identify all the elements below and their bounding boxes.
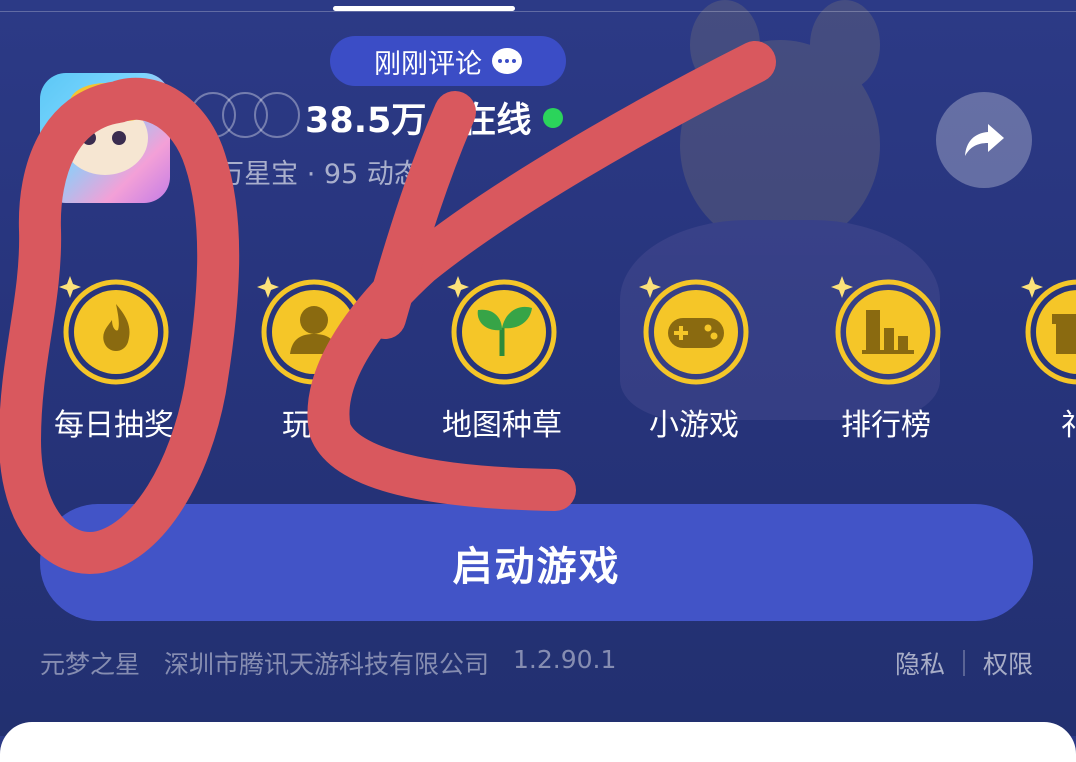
launch-game-button[interactable]: 启动游戏 xyxy=(40,504,1033,621)
share-arrow-icon xyxy=(965,124,1004,156)
community-stats[interactable]: 3万星宝 · 95 动态 › xyxy=(200,152,440,191)
recent-comment-pill[interactable]: 刚刚评论 xyxy=(330,36,566,86)
feature-label: 排行榜 xyxy=(841,408,931,443)
sprout-icon xyxy=(444,270,560,386)
comment-pill-label: 刚刚评论 xyxy=(374,48,482,80)
feature-shortcuts: 每日抽奖 玩家 地图种草 小游戏 排行榜 xyxy=(0,270,1076,450)
game-app-icon[interactable] xyxy=(40,73,170,203)
footer-divider xyxy=(962,650,965,676)
feature-gifts[interactable]: 礼 xyxy=(986,270,1076,444)
footer-company: 深圳市腾讯天游科技有限公司 xyxy=(164,650,490,679)
feature-label: 玩家 xyxy=(282,408,342,443)
player-avatars xyxy=(190,92,300,138)
feature-leaderboard[interactable]: 排行榜 xyxy=(796,270,976,444)
top-divider xyxy=(0,11,1076,12)
online-count: 38.5万人在线 xyxy=(305,92,564,143)
chat-bubble-icon xyxy=(492,48,522,74)
feature-map-recommend[interactable]: 地图种草 xyxy=(412,270,592,444)
gamepad-icon xyxy=(636,270,752,386)
feature-label: 每日抽奖 xyxy=(54,408,174,443)
online-status-dot xyxy=(543,107,564,128)
footer-game-name: 元梦之星 xyxy=(40,650,141,679)
feature-label: 地图种草 xyxy=(442,408,562,443)
feature-label: 小游戏 xyxy=(649,408,739,443)
permissions-link[interactable]: 权限 xyxy=(983,645,1033,681)
footer-version: 1.2.90.1 xyxy=(513,645,617,674)
privacy-link[interactable]: 隐私 xyxy=(895,645,945,681)
person-icon xyxy=(254,270,370,386)
share-button[interactable] xyxy=(936,92,1032,188)
bar-chart-icon xyxy=(828,270,944,386)
online-count-text: 38.5万人在线 xyxy=(305,101,532,141)
footer-info: 元梦之星 深圳市腾讯天游科技有限公司 1.2.90.1 隐私 权限 xyxy=(40,645,1033,681)
bottom-sheet-card xyxy=(0,722,1076,762)
flame-icon xyxy=(56,270,172,386)
feature-daily-lottery[interactable]: 每日抽奖 xyxy=(24,270,204,444)
feature-mini-games[interactable]: 小游戏 xyxy=(604,270,784,444)
feature-players[interactable]: 玩家 xyxy=(222,270,402,444)
gift-icon xyxy=(1018,270,1076,386)
feature-label: 礼 xyxy=(986,400,1076,444)
